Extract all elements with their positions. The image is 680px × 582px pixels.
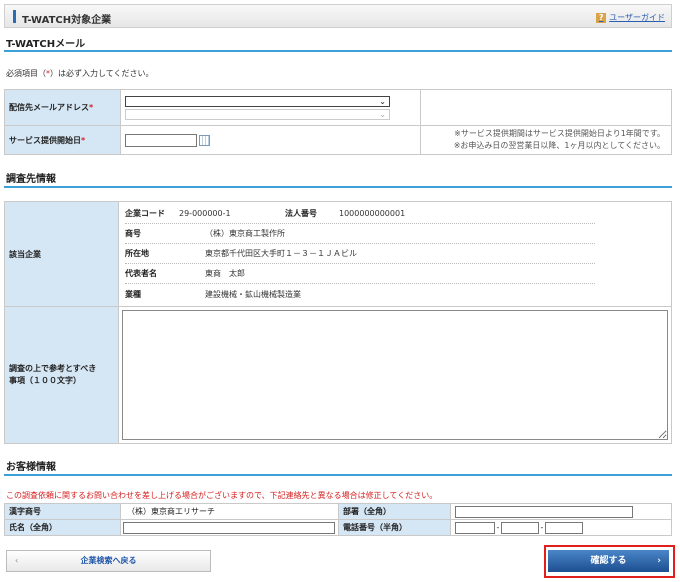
phone-input-3[interactable] [545, 521, 583, 534]
memo-cell [118, 306, 672, 444]
confirm-button[interactable]: 確認する › [548, 550, 669, 572]
target-company-details: 企業コード 29-000000-1 法人番号 1000000000001 商号（… [118, 201, 672, 307]
page-header: T-WATCH対象企業 ? ユーザーガイド [4, 4, 672, 28]
survey-table: 該当企業 企業コード 29-000000-1 法人番号 100000000000… [4, 201, 672, 444]
company-code-row: 企業コード 29-000000-1 法人番号 1000000000001 [125, 204, 595, 224]
delivery-email-cell: ⌄ ⌄ [120, 89, 421, 126]
department-input[interactable] [455, 505, 633, 518]
chevron-left-icon: ‹ [15, 556, 19, 565]
service-period-note: ※サービス提供期間はサービス提供開始日より1年間です。 ※お申込み日の翌営業日以… [420, 125, 672, 155]
delivery-email-label: 配信先メールアドレス* [4, 89, 121, 126]
delivery-email-select[interactable]: ⌄ [125, 95, 390, 107]
mail-form-table: 配信先メールアドレス* ⌄ ⌄ サービス提供開始日* ※サービス提供期間はサービ… [4, 89, 672, 155]
empty-cell [420, 89, 672, 126]
company-industry-row: 業種 建設機械・鉱山機械製造業 [125, 289, 301, 299]
phone-cell: -- [450, 519, 672, 536]
back-to-search-button[interactable]: ‹ 企業検索へ戻る [6, 550, 211, 572]
phone-input-1[interactable] [455, 521, 495, 534]
phone-label: 電話番号（半角） [338, 519, 451, 536]
start-date-label: サービス提供開始日* [4, 125, 121, 155]
help-icon: ? [596, 12, 607, 23]
page-title: T-WATCH対象企業 [22, 15, 112, 26]
department-cell [450, 503, 672, 520]
chevron-down-icon: ⌄ [379, 96, 386, 106]
company-name-row: 商号 （株）東京商工製作所 [125, 224, 595, 244]
phone-input-2[interactable] [501, 521, 539, 534]
user-guide-label[interactable]: ユーザーガイド [609, 12, 665, 23]
user-guide-link[interactable]: ? ユーザーガイド [596, 12, 665, 23]
memo-label: 調査の上で参考とすべき 事項（１００文字） [4, 306, 119, 444]
person-name-label: 氏名（全角） [4, 519, 121, 536]
customer-table: 漢字商号 （株）東京商エリサーチ 部署（全角） 氏名（全角） 電話番号（半角） … [4, 503, 672, 536]
company-representative-row: 代表者名 東商 太郎 [125, 264, 595, 284]
chevron-down-icon: ⌄ [379, 109, 386, 119]
section-divider [4, 50, 672, 52]
section-divider [4, 474, 672, 476]
customer-notice: この調査依頼に関するお問い合わせを差し上げる場合がございますので、下記連絡先と異… [6, 491, 438, 500]
company-address-row: 所在地 東京都千代田区大手町１－３－１ＪＡビル [125, 244, 595, 264]
person-name-cell [120, 519, 339, 536]
section-divider [4, 186, 672, 188]
required-note: 必須項目（*）は必ず入力してください。 [6, 69, 154, 78]
section-title-survey: 調査先情報 [6, 174, 56, 185]
person-name-input[interactable] [123, 521, 335, 534]
start-date-cell [120, 125, 421, 155]
chevron-right-icon: › [657, 556, 661, 566]
department-label: 部署（全角） [338, 503, 451, 520]
target-company-label: 該当企業 [4, 201, 119, 307]
header-accent-bar [13, 10, 16, 23]
memo-textarea[interactable] [122, 310, 668, 440]
calendar-icon[interactable] [199, 134, 210, 146]
start-date-input[interactable] [125, 133, 197, 147]
section-title-customer: お客様情報 [6, 462, 56, 473]
kanji-name-label: 漢字商号 [4, 503, 121, 520]
kanji-name-value: （株）東京商エリサーチ [120, 503, 339, 520]
delivery-email-select-secondary: ⌄ [125, 108, 390, 120]
section-title-mail: T-WATCHメール [6, 39, 86, 50]
